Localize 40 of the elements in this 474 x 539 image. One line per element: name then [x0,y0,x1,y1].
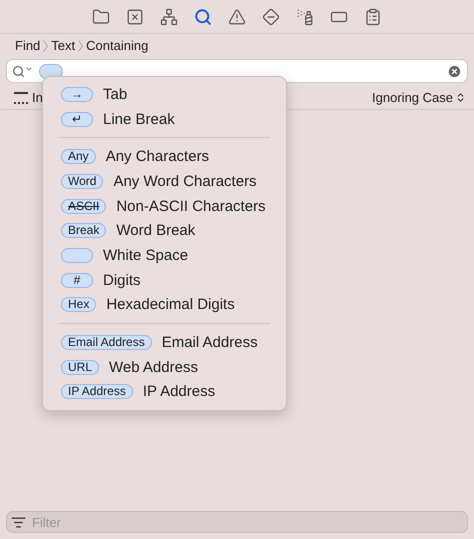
menu-item[interactable]: URL Web Address [43,354,286,380]
filter-icon [11,514,26,530]
menu-item[interactable]: ↵ Line Break [43,106,286,132]
pattern-token: Email Address [61,335,152,350]
pattern-token: → [61,86,93,102]
menu-item[interactable]: Break Word Break [43,218,286,244]
breadcrumb-item[interactable]: Find [15,38,40,53]
menu-item[interactable]: → Tab [43,82,286,107]
hierarchy-tab[interactable] [158,6,180,28]
menu-item[interactable]: # Digits [43,268,286,292]
scope-label[interactable]: In [32,90,43,105]
pattern-token: # [61,272,93,288]
pattern-token: Hex [61,297,96,312]
pattern-token: Break [61,223,106,238]
pattern-token: ↵ [61,112,93,127]
pattern-token: Word [61,174,104,189]
menu-item[interactable]: Word Any Word Characters [43,169,286,194]
menu-item[interactable]: White Space [43,243,286,268]
pattern-token: IP Address [61,384,133,400]
chevron-icon [78,40,84,52]
menu-item[interactable]: Email Address Email Address [43,330,286,355]
case-menu[interactable]: Ignoring Case [372,90,466,105]
pattern-token: URL [61,360,100,375]
breadcrumb-item[interactable]: Containing [86,38,148,53]
breadcrumb-item[interactable]: Text [51,38,76,53]
updown-chevron-icon [455,92,466,103]
chevron-icon [43,40,48,52]
pattern-token: ASCII [61,198,106,214]
clear-icon[interactable] [447,64,462,78]
options-icon[interactable] [14,92,28,104]
menu-item[interactable]: Hex Hexadecimal Digits [43,292,286,318]
menu-item[interactable]: Any Any Characters [43,144,286,170]
search-icon[interactable] [12,64,33,78]
menu-item[interactable]: IP Address IP Address [43,380,286,404]
pattern-token [39,64,63,78]
filter-field[interactable]: Filter [6,511,468,533]
diamond-minus-tab[interactable] [260,6,282,28]
filter-input[interactable]: Filter [30,514,463,530]
menu-item[interactable]: ASCII Non-ASCII Characters [43,194,286,218]
pattern-token: Any [61,149,96,164]
